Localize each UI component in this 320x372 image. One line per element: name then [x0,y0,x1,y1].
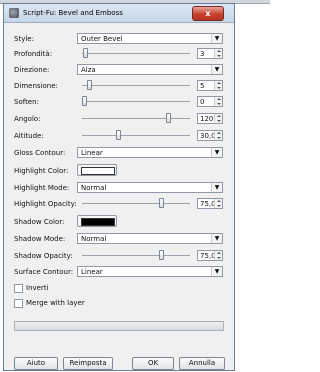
spinner-arrows-icon[interactable] [214,251,222,260]
highlight-opacity-row: Highlight Opacity: 75,0 [4,198,234,212]
soften-spinbox[interactable]: 0 [197,96,223,107]
angolo-spinbox[interactable]: 120,0 [197,113,223,124]
shadow-color-button[interactable] [77,215,117,227]
shadow-opacity-spinbox[interactable]: 75,0 [197,250,223,261]
highlight-opacity-slider-thumb[interactable] [159,198,164,208]
altitude-slider-thumb[interactable] [116,130,121,140]
close-button[interactable]: x [192,6,224,21]
merge-row[interactable]: Merge with layer [4,297,234,311]
angolo-row: Angolo: 120,0 [4,113,234,127]
gloss-contour-select[interactable]: Linear ▼ [77,147,223,158]
profondita-slider-track[interactable] [82,53,190,54]
shadow-opacity-row: Shadow Opacity: 75,0 [4,250,234,264]
highlight-mode-row: Highlight Mode: Normal ▼ [4,182,234,196]
dialog-window: Script-Fu: Bevel and Emboss x Style: Out… [3,3,235,371]
chevron-down-icon: ▼ [211,148,222,157]
chevron-down-icon: ▼ [211,34,222,43]
highlight-color-label: Highlight Color: [14,167,69,175]
highlight-color-row: Highlight Color: [4,164,234,179]
soften-row: Soften: 0 [4,96,234,110]
profondita-row: Profondità: 3 [4,48,234,62]
highlight-mode-label: Highlight Mode: [14,184,70,192]
inverti-checkbox[interactable] [14,284,23,293]
style-select[interactable]: Outer Bevel ▼ [77,33,223,44]
chevron-down-icon: ▼ [211,234,222,243]
shadow-color-row: Shadow Color: [4,215,234,230]
style-row: Style: Outer Bevel ▼ [4,33,234,47]
angolo-slider-track[interactable] [82,118,190,119]
surface-contour-row: Surface Contour: Linear ▼ [4,266,234,280]
highlight-mode-value: Normal [81,184,107,192]
chevron-down-icon: ▼ [211,65,222,74]
merge-checkbox[interactable] [14,299,23,308]
dimensione-value: 5 [200,82,205,90]
gloss-contour-row: Gloss Contour: Linear ▼ [4,147,234,161]
spinner-arrows-icon[interactable] [214,131,222,140]
profondita-spinbox[interactable]: 3 [197,48,223,59]
spinner-arrows-icon[interactable] [214,49,222,58]
inverti-row[interactable]: Inverti [4,282,234,296]
dimensione-row: Dimensione: 5 [4,80,234,94]
spinner-arrows-icon[interactable] [214,114,222,123]
dimensione-slider-thumb[interactable] [87,80,92,90]
soften-slider-track[interactable] [82,101,190,102]
shadow-opacity-slider-thumb[interactable] [159,250,164,260]
altitude-spinbox[interactable]: 30,0 [197,130,223,141]
progress-bar [14,321,224,331]
direzione-row: Direzione: Alza ▼ [4,64,234,78]
altitude-row: Altitude: 30,0 [4,130,234,144]
shadow-opacity-slider-track[interactable] [82,255,190,256]
spinner-arrows-icon[interactable] [214,97,222,106]
highlight-color-button[interactable] [77,164,117,176]
window-title: Script-Fu: Bevel and Emboss [23,9,123,17]
profondita-label: Profondità: [14,50,53,58]
direzione-select[interactable]: Alza ▼ [77,64,223,75]
title-bar[interactable]: Script-Fu: Bevel and Emboss x [4,4,234,23]
angolo-slider-thumb[interactable] [166,113,171,123]
profondita-slider-thumb[interactable] [83,48,88,58]
direzione-label: Direzione: [14,66,50,74]
surface-contour-label: Surface Contour: [14,268,74,276]
shadow-opacity-label: Shadow Opacity: [14,252,73,260]
highlight-opacity-slider-track[interactable] [82,203,190,204]
angolo-label: Angolo: [14,115,41,123]
soften-value: 0 [200,98,205,106]
spinner-arrows-icon[interactable] [214,81,222,90]
spinner-arrows-icon[interactable] [214,199,222,208]
gimp-app-icon [9,8,19,18]
shadow-color-label: Shadow Color: [14,218,65,226]
highlight-color-swatch [81,167,115,175]
profondita-value: 3 [200,50,205,58]
altitude-slider-track[interactable] [82,135,190,136]
soften-slider-thumb[interactable] [82,96,87,106]
highlight-opacity-spinbox[interactable]: 75,0 [197,198,223,209]
help-button[interactable]: Aiuto [14,357,58,370]
gloss-contour-label: Gloss Contour: [14,149,66,157]
shadow-mode-value: Normal [81,235,107,243]
ok-button[interactable]: OK [132,357,174,370]
shadow-mode-label: Shadow Mode: [14,235,66,243]
shadow-mode-select[interactable]: Normal ▼ [77,233,223,244]
surface-contour-select[interactable]: Linear ▼ [77,266,223,277]
highlight-mode-select[interactable]: Normal ▼ [77,182,223,193]
highlight-opacity-label: Highlight Opacity: [14,200,77,208]
direzione-value: Alza [81,66,96,74]
gloss-contour-value: Linear [81,149,103,157]
merge-label[interactable]: Merge with layer [26,299,85,307]
cancel-button[interactable]: Annulla [179,357,225,370]
style-value: Outer Bevel [81,35,123,43]
altitude-label: Altitude: [14,132,44,140]
inverti-label[interactable]: Inverti [26,284,49,292]
chevron-down-icon: ▼ [211,267,222,276]
soften-label: Soften: [14,98,39,106]
dimensione-label: Dimensione: [14,82,58,90]
shadow-color-swatch [81,218,115,226]
dimensione-slider-track[interactable] [82,85,190,86]
dimensione-spinbox[interactable]: 5 [197,80,223,91]
surface-contour-value: Linear [81,268,103,276]
shadow-mode-row: Shadow Mode: Normal ▼ [4,233,234,247]
reset-button[interactable]: Reimposta [63,357,113,370]
style-label: Style: [14,35,34,43]
chevron-down-icon: ▼ [211,183,222,192]
